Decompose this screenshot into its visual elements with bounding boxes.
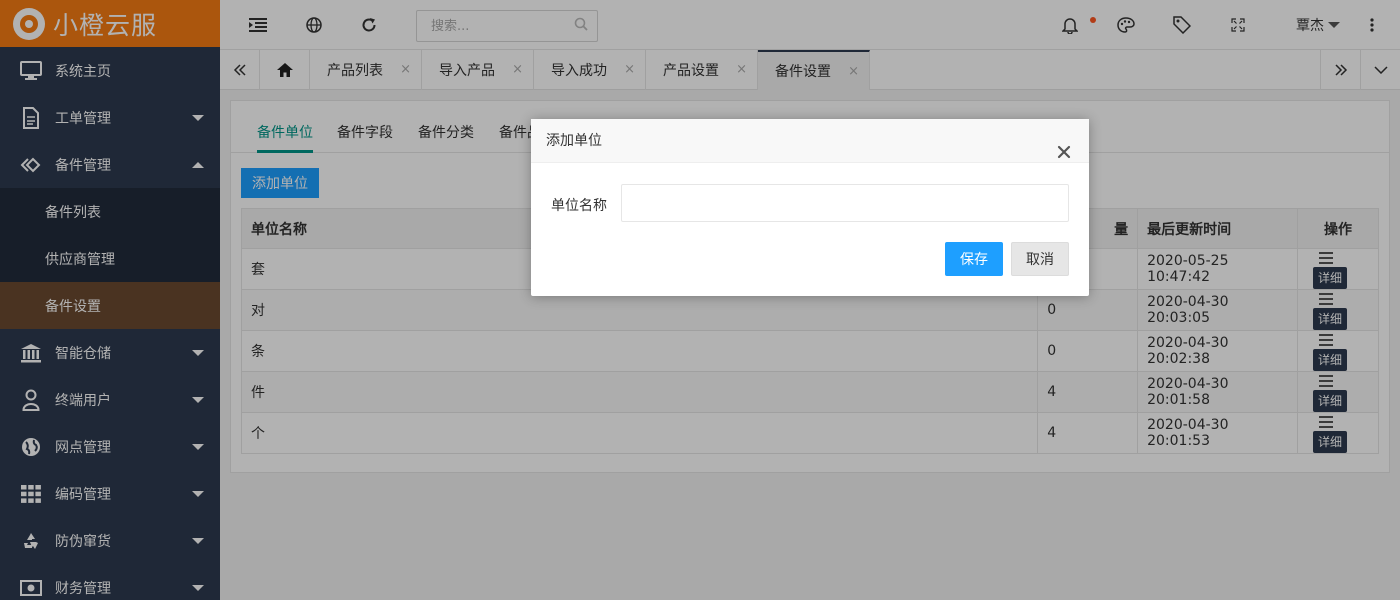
unit-name-label: 单位名称 [551,198,607,214]
add-unit-dialog: 添加单位 单位名称 保存 取消 [531,119,1089,296]
modal-overlay[interactable] [0,0,1400,600]
dialog-title: 添加单位 [546,133,602,149]
unit-name-input[interactable] [621,184,1069,222]
save-button[interactable]: 保存 [945,242,1003,276]
close-icon[interactable] [1057,133,1073,159]
dialog-header: 添加单位 [531,119,1089,163]
cancel-button[interactable]: 取消 [1011,242,1069,276]
